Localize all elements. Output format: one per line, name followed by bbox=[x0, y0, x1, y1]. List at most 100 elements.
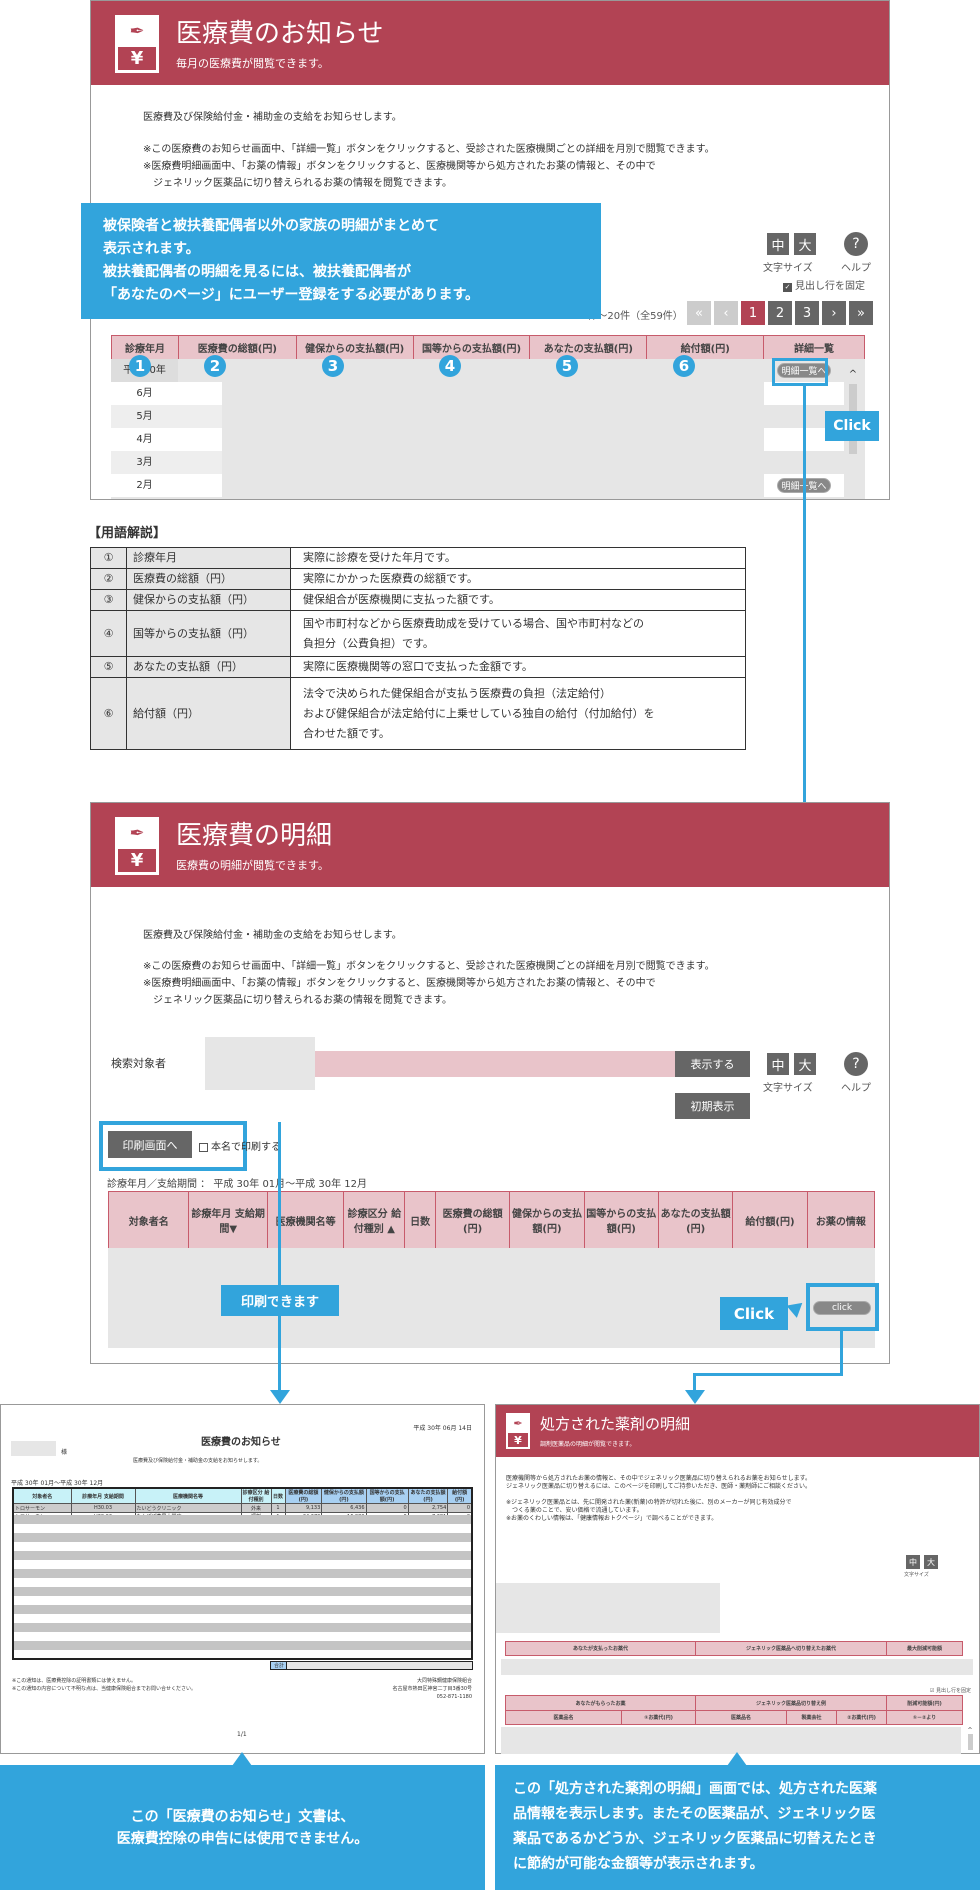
row-month-cell: 5月 bbox=[111, 405, 178, 428]
col-your-paid: あなたの支払額(円) bbox=[657, 1191, 734, 1249]
search-target-bar[interactable] bbox=[315, 1051, 675, 1077]
medicine-table-body bbox=[501, 1727, 961, 1754]
glossary-no: ③ bbox=[90, 589, 127, 611]
doc-period: 平成 30年 01月～平成 30年 12月 bbox=[11, 1480, 104, 1487]
monthly-table-body: 平成30年 6月 5月 4月 3月 2月 明細一覧へ 明細一覧へ ^ bbox=[111, 359, 865, 499]
doc-col: 医療機関名等 bbox=[134, 1487, 242, 1504]
note-3: ジェネリック医薬品に切り替えられるお薬の情報を閲覧できます。 bbox=[143, 995, 452, 1006]
total-cell-white bbox=[178, 382, 222, 497]
glossary-term: 国等からの支払額（円） bbox=[126, 610, 291, 657]
page-2-button[interactable]: 2 bbox=[768, 301, 792, 325]
intro-text: 医療費及び保険給付金・補助金の支給をお知らせします。 bbox=[143, 112, 402, 123]
first-page-button[interactable]: « bbox=[687, 301, 711, 325]
font-size-large-button[interactable]: 大 bbox=[924, 1555, 938, 1569]
glossary-desc: 国や市町村などから医療費助成を受けている場合、国や市町村などの 負担分（公費負担）… bbox=[290, 610, 746, 657]
glossary-no: ① bbox=[90, 547, 127, 569]
prev-page-button[interactable]: ‹ bbox=[714, 301, 738, 325]
glossary-no: ② bbox=[90, 568, 127, 590]
font-size-label: 文字サイズ bbox=[763, 263, 813, 274]
medicine-info-button[interactable]: click bbox=[813, 1301, 871, 1315]
callout-line: に節約が可能な金額等が表示されます。 bbox=[513, 1856, 764, 1872]
search-target-select[interactable] bbox=[205, 1037, 315, 1090]
scrollbar[interactable]: ^ bbox=[966, 1727, 974, 1754]
font-size-medium-button[interactable]: 中 bbox=[906, 1555, 920, 1569]
font-size-large-button[interactable]: 大 bbox=[794, 233, 816, 255]
font-size-medium-button[interactable]: 中 bbox=[767, 233, 789, 255]
screen-header: ✒ ¥ 医療費の明細 医療費の明細が閲覧できます。 bbox=[91, 803, 889, 887]
col-category[interactable]: 診療区分 給付種別 ▲ bbox=[343, 1191, 406, 1249]
col-drug-price: ①お薬代(円) bbox=[621, 1710, 696, 1725]
font-size-large-button[interactable]: 大 bbox=[794, 1053, 816, 1075]
medical-notice-screen: ✒ ¥ 医療費のお知らせ 毎月の医療費が閲覧できます。 医療費及び保険給付金・補… bbox=[81, 0, 890, 500]
app-logo: ✒ ¥ bbox=[115, 15, 159, 73]
glossary-no: ⑤ bbox=[90, 656, 127, 678]
last-page-button[interactable]: » bbox=[849, 301, 873, 325]
user-info-block bbox=[496, 1583, 720, 1633]
connector-line bbox=[803, 385, 806, 840]
scroll-up-icon[interactable]: ^ bbox=[847, 369, 859, 380]
col-detail: 詳細一覧 bbox=[763, 335, 865, 360]
col-benefit: 給付額(円) bbox=[732, 1191, 808, 1249]
checkbox-checked-icon[interactable]: ✓ bbox=[783, 283, 792, 292]
doc-col: 医療費の総額(円) bbox=[284, 1487, 323, 1504]
doc-footnote: ※この通知の内容について不明な点は、当健康保険組合までお問い合せください。 bbox=[12, 1686, 197, 1692]
detail-button-highlight bbox=[772, 358, 828, 386]
page-1-button[interactable]: 1 bbox=[741, 301, 765, 325]
scroll-thumb[interactable] bbox=[967, 1734, 973, 1750]
callout-line: 薬品であるかどうか、ジェネリック医薬品に切替えたとき bbox=[513, 1831, 877, 1847]
font-size-label: 文字サイズ bbox=[904, 1572, 929, 1578]
page-subtitle: 調剤医薬品の明細が閲覧できます。 bbox=[540, 1441, 636, 1448]
callout-line: この「医療費のお知らせ」文書は、 bbox=[130, 1808, 355, 1825]
col-insurance-paid: 健保からの支払額(円) bbox=[295, 335, 414, 360]
next-page-button[interactable]: › bbox=[822, 301, 846, 325]
real-name-checkbox[interactable]: 本名で印刷する bbox=[199, 1138, 281, 1153]
glossary-desc: 健保組合が医療機関に支払った額です。 bbox=[290, 589, 746, 611]
help-icon[interactable]: ? bbox=[844, 1052, 868, 1076]
callout-line: 被保険者と被扶養配偶者以外の家族の明細がまとめて bbox=[103, 218, 439, 234]
page-title: 処方された薬剤の明細 bbox=[540, 1415, 691, 1433]
intro-text: 医療機関等から処方されたお薬の情報と、その中でジェネリック医薬品に切り替えられる… bbox=[506, 1475, 812, 1490]
col-generic-medicine: ジェネリック医薬品へ切り替えたお薬代 bbox=[695, 1641, 887, 1656]
col-your-paid: あなたの支払額(円) bbox=[529, 335, 648, 360]
reset-button[interactable]: 初期表示 bbox=[675, 1093, 750, 1119]
glossary-no: ④ bbox=[90, 610, 127, 657]
font-size-medium-button[interactable]: 中 bbox=[767, 1053, 789, 1075]
col-period[interactable]: 診療年月 支給期間▼ bbox=[188, 1191, 268, 1249]
page-3-button[interactable]: 3 bbox=[795, 301, 819, 325]
note-2: ※医療費明細画面中、「お薬の情報」ボタンをクリックすると、医療機関等から処方され… bbox=[143, 978, 656, 989]
doc-title: 医療費のお知らせ bbox=[201, 1437, 281, 1448]
callout-line: 品情報を表示します。またその医薬品が、ジェネリック医 bbox=[513, 1806, 876, 1822]
click-callout: Click bbox=[825, 411, 879, 441]
callout-line: 医療費控除の申告には使用できません。 bbox=[116, 1830, 369, 1847]
monthly-table-header: 診療年月 医療費の総額(円) 健保からの支払額(円) 国等からの支払額(円) あ… bbox=[111, 335, 865, 360]
callout-pointer bbox=[727, 1752, 747, 1766]
summary-table-header: あなたが支払ったお薬代 ジェネリック医薬品へ切り替えたお薬代 最大削減可能額 bbox=[505, 1641, 963, 1656]
arrow-down-icon bbox=[270, 1390, 290, 1404]
syringe-icon: ✒ bbox=[129, 822, 145, 844]
print-document-note: この「医療費のお知らせ」文書は、 医療費控除の申告には使用できません。 bbox=[0, 1765, 485, 1890]
syringe-icon: ✒ bbox=[129, 20, 145, 42]
fix-header-checkbox[interactable]: ✓ 見出し行を固定 bbox=[783, 277, 865, 292]
connector-line bbox=[278, 1122, 281, 1392]
help-icon[interactable]: ? bbox=[844, 232, 868, 256]
row-month-cell: 2月 bbox=[111, 474, 178, 497]
show-button[interactable]: 表示する bbox=[675, 1051, 750, 1077]
real-name-label: 本名で印刷する bbox=[211, 1142, 281, 1153]
col-paid-medicine: あなたが支払ったお薬代 bbox=[505, 1641, 696, 1656]
col-public-paid: 国等からの支払額(円) bbox=[583, 1191, 659, 1249]
fix-header-label: 見出し行を固定 bbox=[795, 281, 865, 292]
prescription-detail-screen: ✒ ¥ 処方された薬剤の明細 調剤医薬品の明細が閲覧できます。 医療機関等から処… bbox=[495, 1404, 980, 1754]
yen-icon: ¥ bbox=[506, 1433, 530, 1449]
callout-pointer bbox=[232, 1752, 252, 1766]
col-received-medicine: あなたがもらったお薬 bbox=[505, 1695, 696, 1711]
family-info-callout: 被保険者と被扶養配偶者以外の家族の明細がまとめて 表示されます。 被扶養配偶者の… bbox=[81, 203, 601, 319]
click-callout: Click bbox=[720, 1297, 788, 1330]
app-logo: ✒ ¥ bbox=[506, 1413, 530, 1449]
print-screen-button[interactable]: 印刷画面へ bbox=[108, 1131, 192, 1158]
checkbox-unchecked-icon[interactable] bbox=[199, 1142, 208, 1152]
fix-header-checkbox[interactable]: ☑ 見出し行を固定 bbox=[930, 1687, 971, 1694]
screen-header: ✒ ¥ 処方された薬剤の明細 調剤医薬品の明細が閲覧できます。 bbox=[496, 1405, 979, 1457]
marker-6: 6 bbox=[673, 355, 695, 377]
doc-row: トロサーモン H30.03 たいどうクリニック 外来 1 9,133 6,436 0 2,754… bbox=[12, 1503, 473, 1513]
summary-table-body bbox=[501, 1659, 973, 1675]
